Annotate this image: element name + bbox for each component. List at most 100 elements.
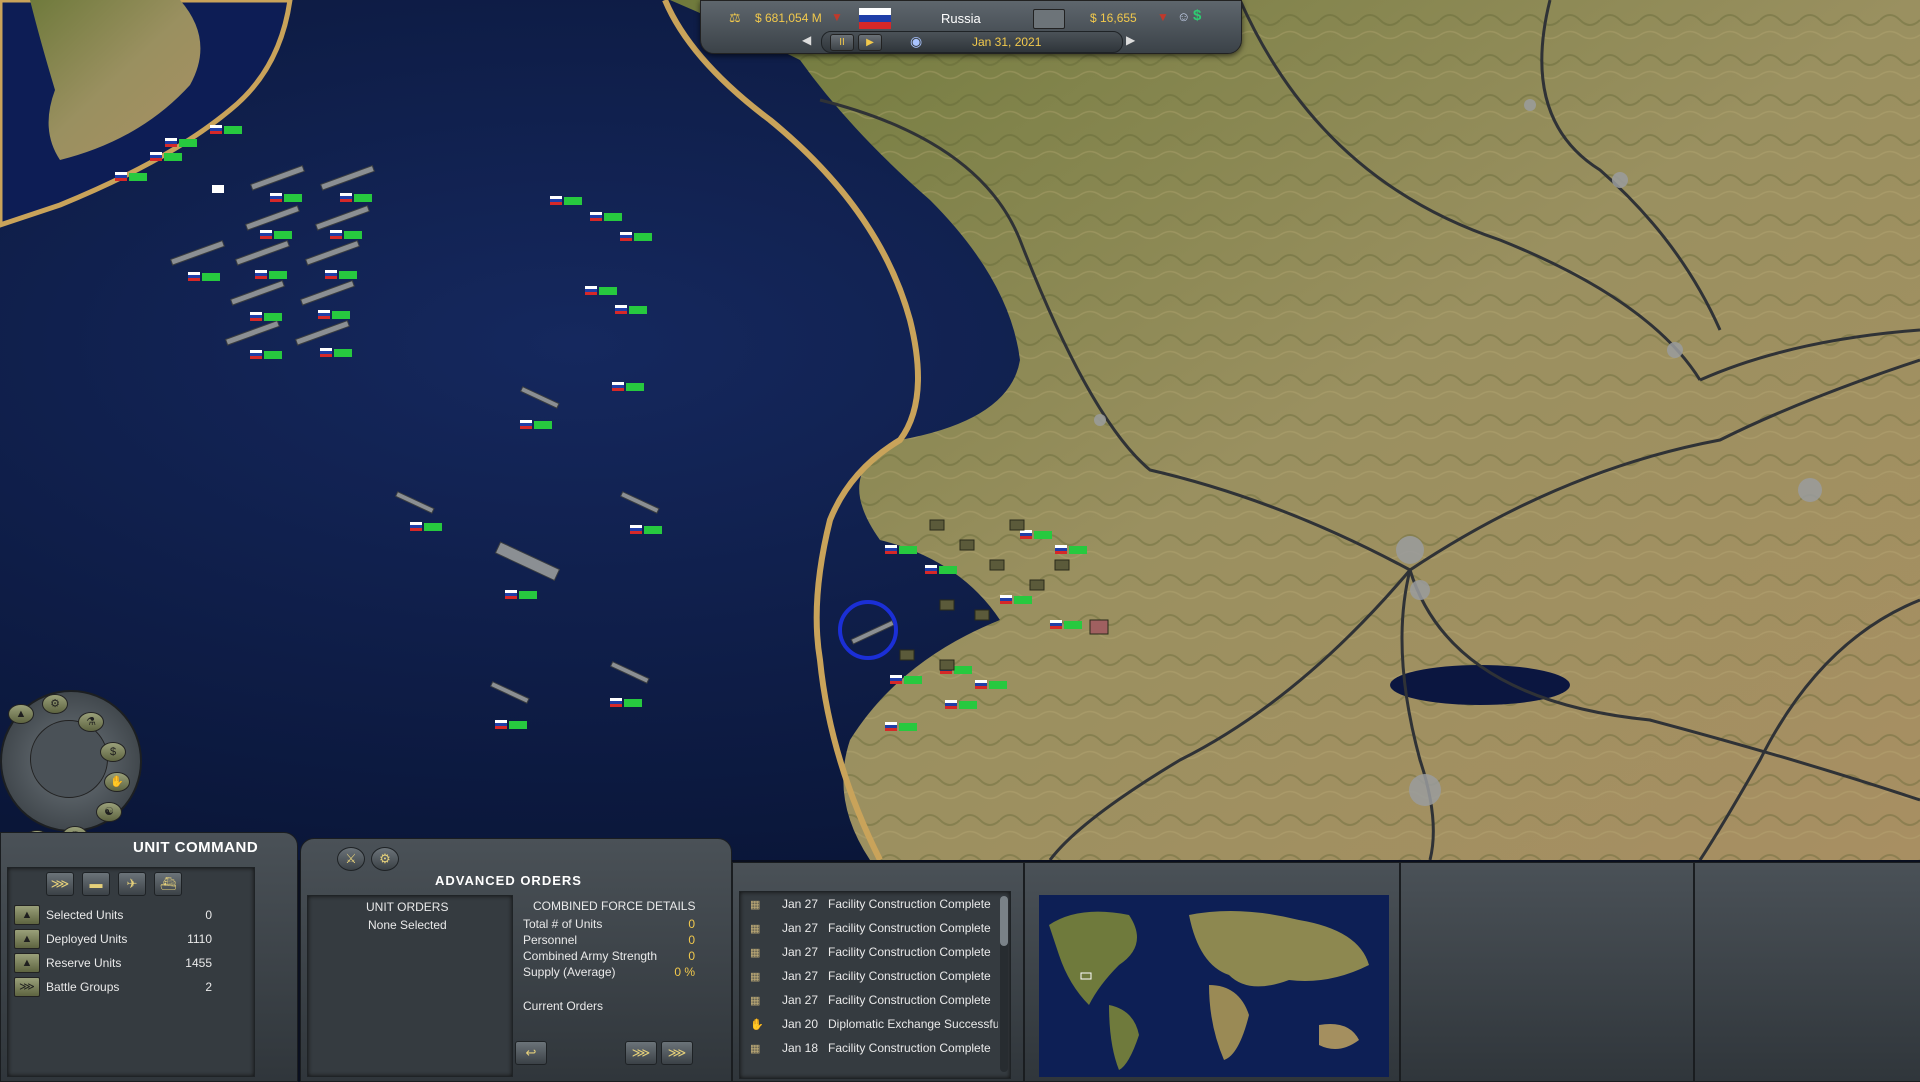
list-item[interactable]: ▦ Jan 27 Facility Construction Complete <box>740 988 1010 1012</box>
unit-marker[interactable] <box>612 382 644 391</box>
list-item[interactable]: ▦ Jan 27 Facility Construction Complete <box>740 940 1010 964</box>
unit-marker[interactable] <box>188 272 220 281</box>
unit-marker[interactable] <box>1055 545 1087 554</box>
detail-value: 0 % <box>674 965 695 979</box>
row-value: 0 <box>205 908 212 922</box>
unit-marker[interactable] <box>250 312 282 321</box>
unit-marker[interactable] <box>520 420 552 429</box>
orders-alt-mode-button[interactable]: ⚙ <box>371 847 399 871</box>
finance-icon[interactable]: $ <box>100 742 126 762</box>
row-label: Deployed Units <box>46 932 128 946</box>
land-units-icon[interactable]: ▲ <box>8 704 34 724</box>
wheel-center[interactable] <box>30 720 108 798</box>
pause-button[interactable]: II <box>830 34 854 51</box>
filter-air-button[interactable]: ✈ <box>118 872 146 896</box>
treasury-icon[interactable] <box>1033 9 1065 29</box>
news-date: Jan 27 <box>782 897 819 911</box>
filter-land-button[interactable]: ▬ <box>82 872 110 896</box>
advanced-orders-panel: ⚔ ⚙ ADVANCED ORDERS UNIT ORDERS None Sel… <box>300 838 732 1082</box>
unit-marker[interactable] <box>590 212 622 221</box>
news-date: Jan 27 <box>782 993 819 1007</box>
unit-marker[interactable] <box>330 230 362 239</box>
unit-marker[interactable] <box>1020 530 1052 539</box>
world-minimap[interactable] <box>1039 895 1389 1077</box>
filter-naval-button[interactable]: ⛴ <box>154 872 182 896</box>
unit-marker[interactable] <box>115 172 147 181</box>
research-icon[interactable]: ⚗ <box>78 712 104 732</box>
list-item[interactable]: ⋙ Battle Groups 2 <box>14 976 244 998</box>
advisor-icon[interactable]: ☺ <box>1177 9 1190 24</box>
unit-marker[interactable] <box>885 545 917 554</box>
unit-marker[interactable] <box>505 590 537 599</box>
unit-marker[interactable] <box>325 270 357 279</box>
unit-marker[interactable] <box>945 700 977 709</box>
unit-marker[interactable] <box>340 193 372 202</box>
force-details-header: COMBINED FORCE DETAILS <box>533 899 696 913</box>
news-date: Jan 27 <box>782 969 819 983</box>
unit-marker[interactable] <box>630 525 662 534</box>
production-icon[interactable]: ⚙ <box>42 694 68 714</box>
unit-marker[interactable] <box>1050 620 1082 629</box>
filter-all-button[interactable]: ⋙ <box>46 872 74 896</box>
unit-orders-header: UNIT ORDERS <box>366 900 449 914</box>
list-item[interactable]: ▦ Jan 18 Facility Construction Complete <box>740 1036 1010 1060</box>
russia-flag-icon[interactable] <box>859 8 891 29</box>
recall-orders-button[interactable]: ↩ <box>515 1041 547 1065</box>
construction-icon: ▦ <box>750 1043 761 1055</box>
advance-orders-button[interactable]: ⋙ <box>661 1041 693 1065</box>
unit-marker[interactable] <box>250 350 282 359</box>
funds-icon: ⚖ <box>729 10 741 25</box>
diplomacy-icon[interactable]: ✋ <box>104 772 130 792</box>
list-item[interactable]: ▲ Deployed Units 1110 <box>14 928 244 950</box>
row-label: Selected Units <box>46 908 124 922</box>
unit-marker[interactable] <box>495 720 527 729</box>
intelligence-icon[interactable]: ☯ <box>96 802 122 822</box>
unit-marker[interactable] <box>885 722 917 731</box>
unit-marker[interactable] <box>255 270 287 279</box>
unit-marker[interactable] <box>610 698 642 707</box>
game-map[interactable] <box>0 0 1920 860</box>
row-value: 1110 <box>187 932 212 946</box>
detail-value: 0 <box>688 917 695 931</box>
list-item[interactable]: ▦ Jan 27 Facility Construction Complete <box>740 916 1010 940</box>
list-item[interactable]: ▦ Jan 27 Facility Construction Complete <box>740 892 1010 916</box>
national-funds: $ 681,054 M <box>755 11 822 25</box>
list-item[interactable]: ▲ Selected Units 0 <box>14 904 244 926</box>
orders-mode-button[interactable]: ⚔ <box>337 847 365 871</box>
forward-icon[interactable]: ▶ <box>1126 33 1135 47</box>
battle-groups-icon: ⋙ <box>14 977 40 997</box>
unit-marker[interactable] <box>975 680 1007 689</box>
unit-command-content: ⋙ ▬ ✈ ⛴ ▲ Selected Units 0 ▲ Deployed Un… <box>7 867 255 1077</box>
unit-marker[interactable] <box>165 138 197 147</box>
play-button[interactable]: ▶ <box>858 34 882 51</box>
unit-marker[interactable] <box>270 193 302 202</box>
news-scrollbar[interactable] <box>1000 896 1008 1072</box>
unit-marker[interactable] <box>890 675 922 684</box>
unit-marker[interactable] <box>410 522 442 531</box>
globe-icon[interactable]: ◉ <box>910 33 922 50</box>
unit-marker[interactable] <box>585 286 617 295</box>
unit-marker[interactable] <box>260 230 292 239</box>
list-item[interactable]: ✋ Jan 20 Diplomatic Exchange Successful <box>740 1012 1010 1036</box>
unit-marker[interactable] <box>615 305 647 314</box>
unit-marker[interactable] <box>620 232 652 241</box>
unit-marker[interactable] <box>150 152 182 161</box>
execute-orders-button[interactable]: ⋙ <box>625 1041 657 1065</box>
detail-label: Total # of Units <box>523 917 603 931</box>
row-value: 1455 <box>185 956 212 970</box>
dollar-icon[interactable]: $ <box>1193 7 1201 24</box>
construction-icon: ▦ <box>750 971 761 983</box>
unit-marker[interactable] <box>550 196 582 205</box>
list-item[interactable]: ▦ Jan 27 Facility Construction Complete <box>740 964 1010 988</box>
news-list[interactable]: ▦ Jan 27 Facility Construction Complete ▦ J… <box>739 891 1011 1079</box>
list-item[interactable]: ▲ Reserve Units 1455 <box>14 952 244 974</box>
unit-marker[interactable] <box>925 565 957 574</box>
unit-marker[interactable] <box>320 348 352 357</box>
unit-marker[interactable] <box>210 125 242 134</box>
unit-marker[interactable] <box>318 310 350 319</box>
rewind-icon[interactable]: ◀ <box>802 33 811 47</box>
detail-value: 0 <box>688 949 695 963</box>
minimap-panel <box>1024 862 1400 1082</box>
unit-marker[interactable] <box>1000 595 1032 604</box>
news-text: Facility Construction Complete <box>828 897 991 911</box>
